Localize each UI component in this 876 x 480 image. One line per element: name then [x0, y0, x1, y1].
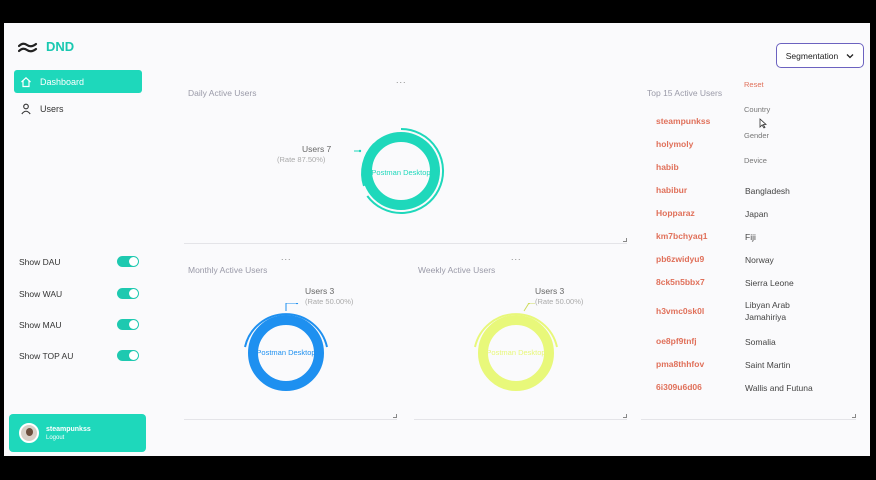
country-cell: Saint Martin: [745, 360, 791, 370]
sidebar-item-label: Users: [40, 103, 64, 114]
country-cell: Sierra Leone: [745, 278, 794, 288]
wau-center-label: Postman Desktop: [486, 348, 546, 357]
dau-panel: ... Daily Active Users Users 7 (Rate 87.…: [184, 75, 627, 244]
user-name-cell: h3vmc0sk0l: [656, 306, 705, 316]
toggle-row-dau: Show DAU: [19, 256, 139, 267]
mau-rate-label: (Rate 50.00%): [305, 297, 354, 306]
resize-handle[interactable]: [393, 414, 397, 418]
user-name-cell: habib: [656, 162, 679, 172]
toggle-label: Show TOP AU: [19, 350, 74, 361]
user-name-cell: 8ck5n5bbx7: [656, 277, 705, 287]
user-name: steampunkss: [46, 425, 91, 433]
country-cell: Japan: [745, 209, 769, 219]
top-users-title: Top 15 Active Users: [647, 88, 723, 98]
dau-users-label: Users 7: [302, 144, 332, 154]
segmentation-label: Segmentation: [785, 50, 839, 61]
mau-center-label: Postman Desktop: [256, 348, 316, 357]
country-cell: Wallis and Futuna: [745, 383, 813, 393]
country-cell: Norway: [745, 255, 774, 265]
avatar: [19, 423, 39, 443]
wau-title: Weekly Active Users: [418, 265, 496, 275]
user-name-cell: habibur: [656, 185, 688, 195]
mau-title: Monthly Active Users: [188, 265, 268, 275]
user-name-cell: oe8pf9tnfj: [656, 336, 697, 346]
user-name-cell: pb6zwidyu9: [656, 254, 705, 264]
dau-center-label: Postman Desktop: [371, 168, 431, 177]
country-cell: Fiji: [745, 232, 756, 242]
sidebar-item-users[interactable]: Users: [14, 97, 142, 120]
mau-panel: ... Monthly Active Users Users 3 (Rate 5…: [184, 252, 397, 420]
sidebar-item-label: Dashboard: [40, 76, 85, 87]
app-logo[interactable]: DND: [18, 39, 74, 54]
show-wau-toggle[interactable]: [117, 288, 139, 299]
toggle-row-mau: Show MAU: [19, 319, 139, 330]
user-name-cell: Hopparaz: [656, 208, 695, 218]
app-name: DND: [46, 39, 75, 54]
dau-title: Daily Active Users: [188, 88, 257, 98]
mau-users-label: Users 3: [305, 286, 335, 296]
toggle-row-wau: Show WAU: [19, 288, 139, 299]
user-name-cell: steampunkss: [656, 116, 711, 126]
user-name-cell: km7bchyaq1: [656, 231, 708, 241]
toggle-label: Show WAU: [19, 288, 63, 299]
chevron-down-icon: [846, 53, 854, 58]
logout-link[interactable]: Logout: [46, 435, 91, 441]
mau-menu-button[interactable]: ...: [281, 252, 292, 262]
wau-panel: ... Weekly Active Users Users 3 (Rate 50…: [414, 252, 627, 420]
dau-rate-label: (Rate 87.50%): [277, 155, 326, 164]
country-cell: Bangladesh: [745, 186, 790, 196]
toggle-label: Show DAU: [19, 256, 61, 267]
toggle-label: Show MAU: [19, 319, 62, 330]
app-window: DND Dashboard Users Show DAU Show WAU Sh…: [4, 23, 870, 456]
resize-handle[interactable]: [852, 414, 856, 418]
wau-menu-button[interactable]: ...: [511, 252, 522, 262]
logo-icon: [18, 42, 38, 52]
user-name-cell: holymoly: [656, 139, 694, 149]
toggle-row-top-au: Show TOP AU: [19, 350, 139, 361]
resize-handle[interactable]: [623, 414, 627, 418]
show-mau-toggle[interactable]: [117, 319, 139, 330]
wau-users-label: Users 3: [535, 286, 565, 296]
wau-rate-label: (Rate 50.00%): [535, 297, 584, 306]
show-top-au-toggle[interactable]: [117, 350, 139, 361]
country-cell: Somalia: [745, 337, 776, 347]
show-dau-toggle[interactable]: [117, 256, 139, 267]
dau-menu-button[interactable]: ...: [396, 75, 407, 85]
segmentation-dropdown[interactable]: Segmentation: [776, 43, 864, 68]
sidebar-item-dashboard[interactable]: Dashboard: [14, 70, 142, 93]
user-name-cell: 6i309u6d06: [656, 382, 702, 392]
resize-handle[interactable]: [623, 238, 627, 242]
home-icon: [21, 76, 31, 87]
user-card[interactable]: steampunkss Logout: [9, 414, 146, 452]
country-cell: Libyan Arab Jamahiriya: [745, 300, 790, 322]
user-name-cell: pma8thhfov: [656, 359, 705, 369]
user-icon: [21, 103, 31, 114]
